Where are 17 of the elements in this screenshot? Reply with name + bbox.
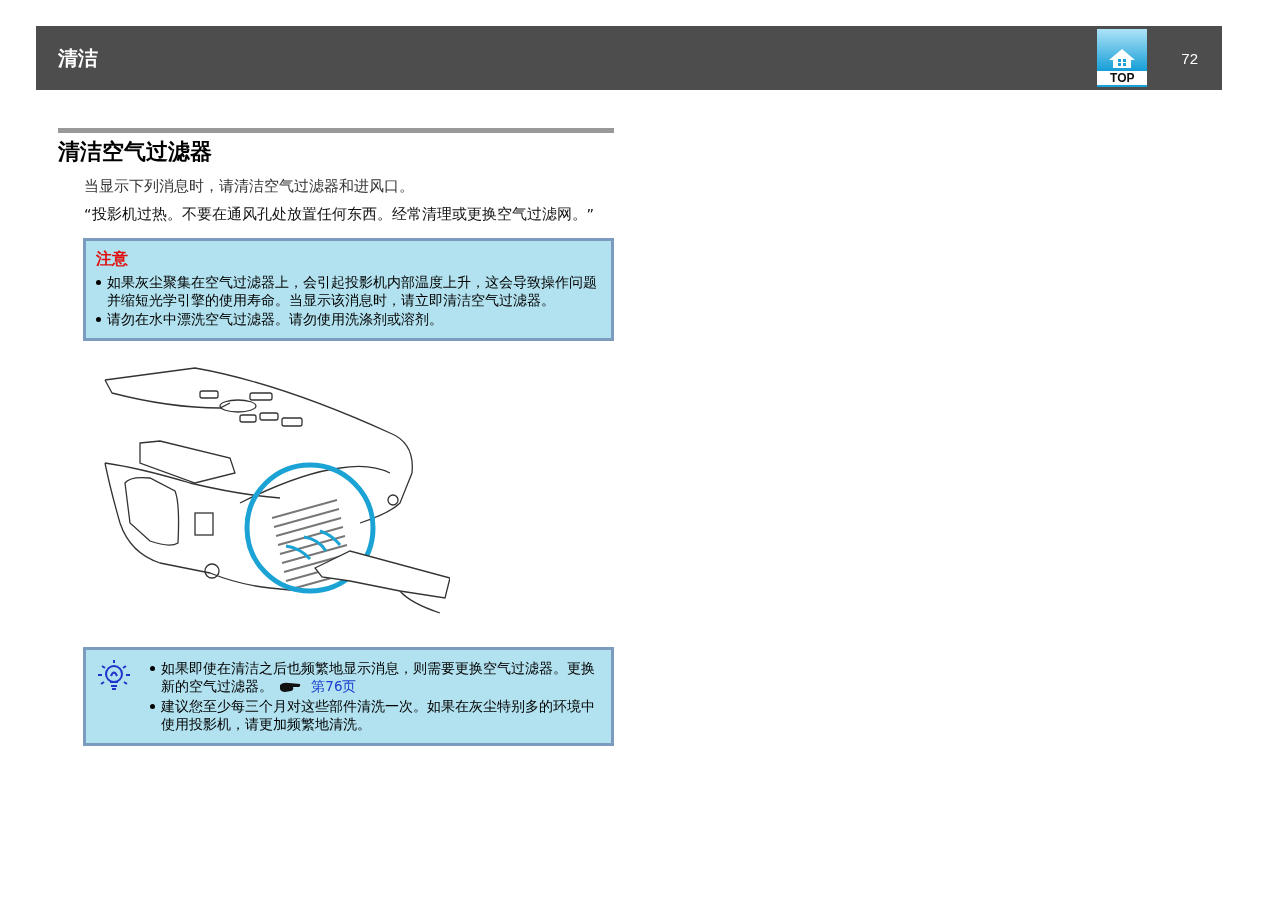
tip-item: 如果即使在清洁之后也频繁地显示消息，则需要更换空气过滤器。更换新的空气过滤器。 第76页 [161, 659, 596, 695]
caution-item: 请勿在水中漂洗空气过滤器。请勿使用洗涤剂或溶剂。 [107, 310, 443, 328]
section-title: 清洁空气过滤器 [58, 138, 213, 166]
bullet-icon [150, 704, 155, 709]
bullet-icon [96, 280, 101, 285]
bullet-icon [96, 317, 101, 322]
body-paragraph: 当显示下列消息时，请清洁空气过滤器和进风口。 [84, 177, 415, 196]
caution-title: 注意 [96, 249, 129, 270]
top-button[interactable]: TOP [1097, 29, 1148, 87]
page-number: 72 [1181, 49, 1198, 67]
page-link[interactable]: 第76页 [311, 678, 357, 694]
chapter-title: 清洁 [58, 44, 98, 72]
caution-item: 如果灰尘聚集在空气过滤器上，会引起投影机内部温度上升，这会导致操作问题并缩短光学引擎的使用寿命。当显示该消息时，请立即清洁空气过滤器。 [107, 273, 598, 309]
bullet-icon [150, 666, 155, 671]
pointing-hand-icon [279, 681, 301, 693]
body-paragraph: “投影机过热。不要在通风孔处放置任何东西。经常清理或更换空气过滤网。” [84, 205, 596, 224]
tip-item: 建议您至少每三个月对这些部件清洗一次。如果在灰尘特别多的环境中使用投影机，请更加频繁地清洗。 [161, 697, 596, 733]
